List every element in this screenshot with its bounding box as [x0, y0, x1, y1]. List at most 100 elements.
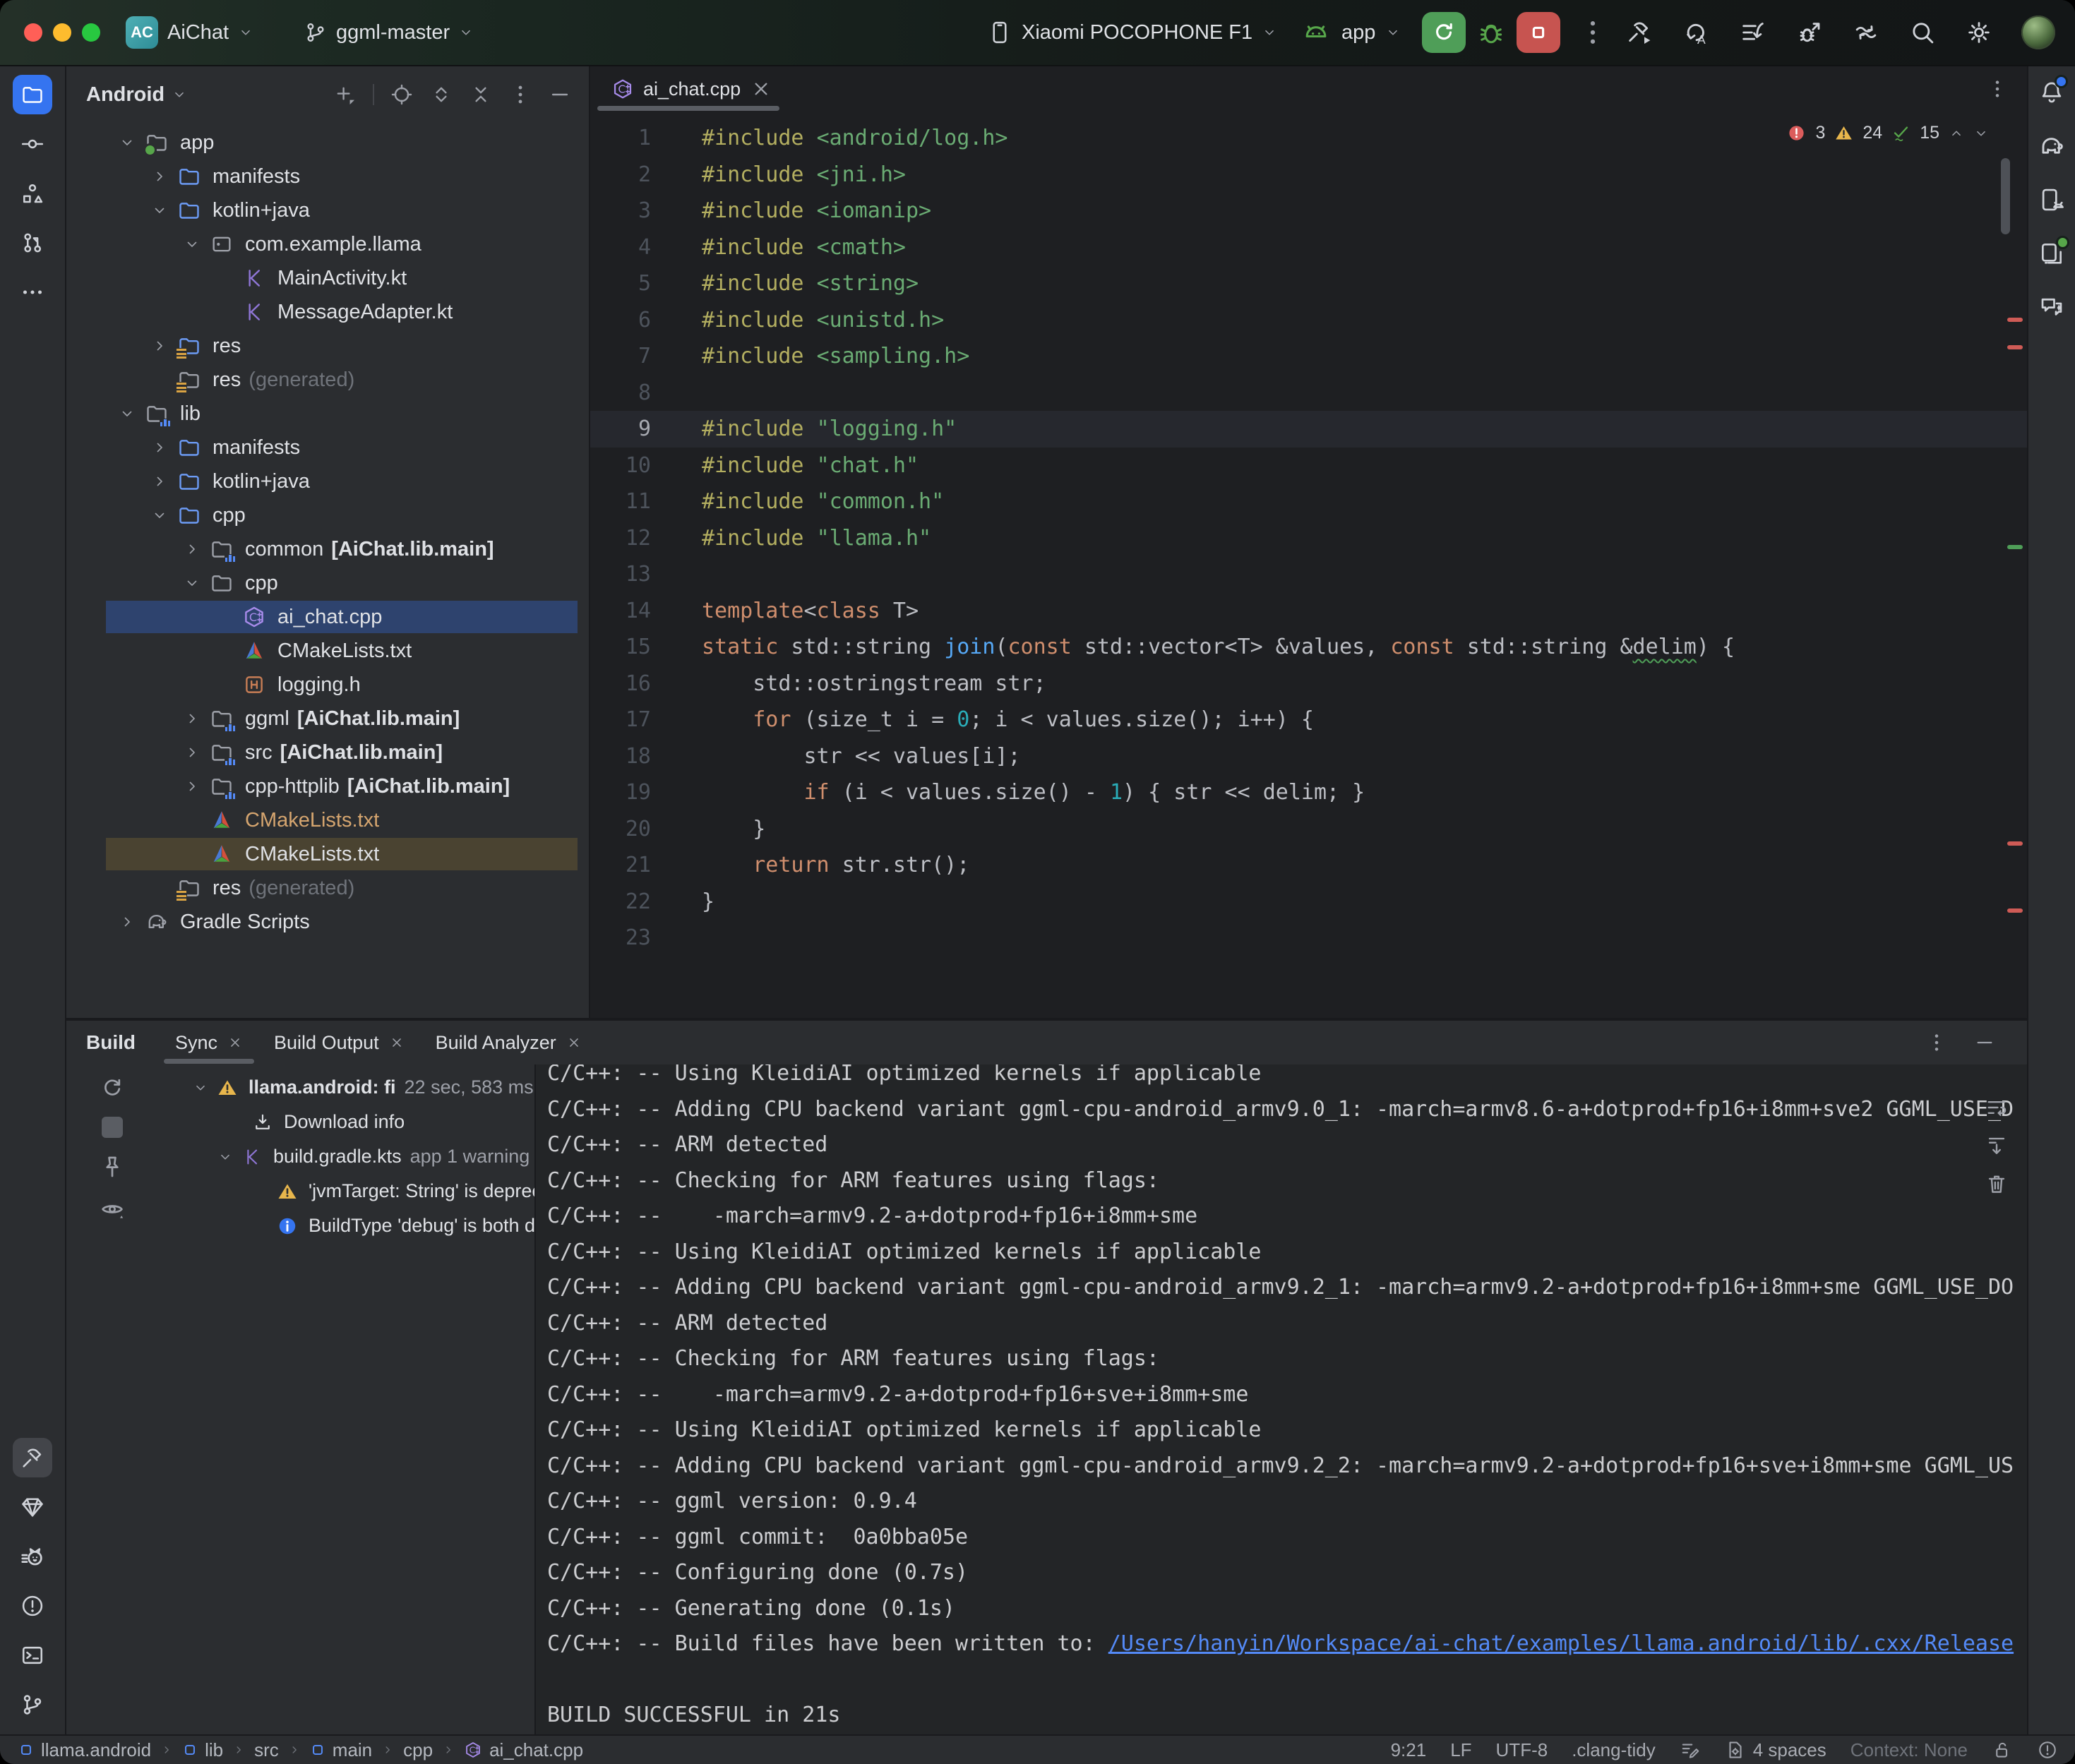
tree-item-cpp[interactable]: cpp — [66, 498, 589, 532]
more-tool-windows-button[interactable] — [13, 272, 52, 312]
editor-scrollbar-thumb[interactable] — [2001, 158, 2010, 234]
close-tab-icon[interactable] — [227, 1035, 243, 1050]
code-line-21[interactable]: 21 return str.str(); — [590, 847, 2027, 884]
tree-chevron-icon[interactable] — [144, 500, 175, 531]
collapse-all-icon[interactable] — [469, 83, 493, 107]
tree-item-manifests[interactable]: manifests — [66, 160, 589, 193]
tree-chevron-icon[interactable] — [144, 466, 175, 497]
build-tree-gradle-file[interactable]: build.gradle.kts app 1 warning — [158, 1139, 534, 1174]
tree-item-lib[interactable]: lib — [66, 397, 589, 431]
breadcrumb-src[interactable]: src — [254, 1739, 279, 1761]
terminal-tool-button[interactable] — [13, 1636, 52, 1675]
gradle-tool-button[interactable] — [2034, 128, 2069, 164]
code-line-23[interactable]: 23 — [590, 920, 2027, 956]
gemini-button[interactable] — [2034, 289, 2069, 325]
settings-gear-icon[interactable] — [1965, 18, 1993, 47]
code-line-12[interactable]: 12#include "llama.h" — [590, 520, 2027, 557]
run-configuration[interactable]: app — [1341, 21, 1375, 44]
tree-item-cpp[interactable]: cpp — [66, 566, 589, 600]
breadcrumb-ai-chat-cpp[interactable]: Cai_chat.cpp — [464, 1739, 583, 1761]
tree-item-res[interactable]: res(generated) — [66, 871, 589, 905]
build-tree-warning[interactable]: 'jvmTarget: String' is deprec — [158, 1174, 534, 1208]
code-line-9[interactable]: 9#include "logging.h" — [590, 411, 2027, 448]
code-line-13[interactable]: 13 — [590, 556, 2027, 593]
attach-debugger-icon[interactable] — [1795, 18, 1824, 47]
code-line-2[interactable]: 2#include <jni.h> — [590, 157, 2027, 193]
project-widget[interactable]: AC AiChat — [126, 0, 253, 65]
tree-item-gradle-scripts[interactable]: Gradle Scripts — [66, 905, 589, 939]
tree-item-src[interactable]: src[AiChat.lib.main] — [66, 736, 589, 769]
indent-widget[interactable]: 4 spaces — [1725, 1739, 1826, 1761]
pin-icon[interactable] — [99, 1153, 126, 1180]
code-line-5[interactable]: 5#include <string> — [590, 265, 2027, 302]
code-line-11[interactable]: 11#include "common.h" — [590, 484, 2027, 520]
tree-item-res[interactable]: res(generated) — [66, 363, 589, 397]
device-selector[interactable]: Xiaomi POCOPHONE F1 — [987, 0, 1277, 65]
tab-build-analyzer[interactable]: Build Analyzer — [420, 1021, 597, 1064]
build-tool-button[interactable] — [13, 1438, 52, 1477]
clear-all-icon[interactable] — [1985, 1172, 2009, 1196]
sync-project-icon[interactable] — [1852, 18, 1880, 47]
breadcrumb-lib[interactable]: lib — [182, 1739, 223, 1761]
project-tool-button[interactable] — [13, 75, 52, 114]
code-line-8[interactable]: 8 — [590, 375, 2027, 412]
previous-problem-icon[interactable] — [1949, 126, 1964, 141]
code-line-22[interactable]: 22} — [590, 884, 2027, 920]
close-tab-icon[interactable] — [389, 1035, 405, 1050]
code-line-14[interactable]: 14template<class T> — [590, 593, 2027, 630]
line-separator[interactable]: LF — [1450, 1739, 1471, 1761]
breadcrumb-cpp[interactable]: cpp — [403, 1739, 433, 1761]
scroll-to-end-icon[interactable] — [1985, 1134, 2009, 1158]
tree-item-logging-h[interactable]: logging.h — [66, 668, 589, 702]
tree-item-app[interactable]: app — [66, 126, 589, 160]
tree-item-res[interactable]: res — [66, 329, 589, 363]
stop-sync-icon[interactable] — [102, 1117, 123, 1138]
context-widget[interactable]: Context: None — [1850, 1739, 1968, 1761]
tree-item-kotlin-java[interactable]: kotlin+java — [66, 464, 589, 498]
close-tab-icon[interactable] — [566, 1035, 582, 1050]
tree-item-cpp-httplib[interactable]: cpp-httplib[AiChat.lib.main] — [66, 769, 589, 803]
breadcrumb-main[interactable]: main — [310, 1739, 372, 1761]
tree-item-ggml[interactable]: ggml[AiChat.lib.main] — [66, 702, 589, 736]
tree-chevron-icon[interactable] — [177, 771, 208, 802]
tree-chevron-icon[interactable] — [112, 906, 143, 937]
build-tree-info[interactable]: BuildType 'debug' is both de — [158, 1208, 534, 1243]
stop-app-button[interactable] — [1517, 12, 1560, 53]
tree-item-common[interactable]: common[AiChat.lib.main] — [66, 532, 589, 566]
code-line-15[interactable]: 15static std::string join(const std::vec… — [590, 629, 2027, 666]
caret-position[interactable]: 9:21 — [1391, 1739, 1427, 1761]
build-tree-download-info[interactable]: Download info — [158, 1105, 534, 1139]
commit-tool-button[interactable] — [13, 124, 52, 164]
user-avatar[interactable] — [2021, 16, 2055, 49]
expand-all-icon[interactable] — [429, 83, 453, 107]
hide-panel-icon[interactable] — [548, 83, 572, 107]
unlocked-icon[interactable] — [1992, 1739, 2013, 1760]
search-everywhere-icon[interactable] — [1908, 18, 1937, 47]
tree-item-manifests[interactable]: manifests — [66, 431, 589, 464]
tree-chevron-icon[interactable] — [144, 330, 175, 361]
tree-chevron-icon[interactable] — [177, 568, 208, 599]
code-line-3[interactable]: 3#include <iomanip> — [590, 193, 2027, 229]
re-sync-icon[interactable] — [99, 1074, 126, 1101]
tree-chevron-icon[interactable] — [144, 161, 175, 192]
code-line-10[interactable]: 10#include "chat.h" — [590, 448, 2027, 484]
notifications-button[interactable] — [2034, 75, 2069, 110]
minimize-window-button[interactable] — [53, 23, 71, 42]
tree-chevron-icon[interactable] — [144, 432, 175, 463]
error-stripe-mark[interactable] — [2007, 318, 2023, 322]
rerun-app-button[interactable] — [1422, 12, 1466, 53]
tree-item-com-example-llama[interactable]: com.example.llama — [66, 227, 589, 261]
stripe-mark-green[interactable] — [2007, 545, 2023, 549]
code-editor[interactable]: 1#include <android/log.h>2#include <jni.… — [590, 112, 2027, 1018]
tree-item-ai-chat-cpp[interactable]: Cai_chat.cpp — [66, 600, 589, 634]
close-tab-icon[interactable] — [750, 78, 772, 100]
tree-chevron-icon[interactable] — [177, 534, 208, 565]
structure-tool-button[interactable] — [13, 174, 52, 213]
tree-chevron-icon[interactable] — [177, 703, 208, 734]
pull-requests-tool-button[interactable] — [13, 223, 52, 263]
tab-sync[interactable]: Sync — [160, 1021, 258, 1064]
code-line-7[interactable]: 7#include <sampling.h> — [590, 338, 2027, 375]
code-line-16[interactable]: 16 std::ostringstream str; — [590, 666, 2027, 702]
next-problem-icon[interactable] — [1973, 126, 1989, 141]
editor-options-icon[interactable] — [1986, 78, 2009, 100]
